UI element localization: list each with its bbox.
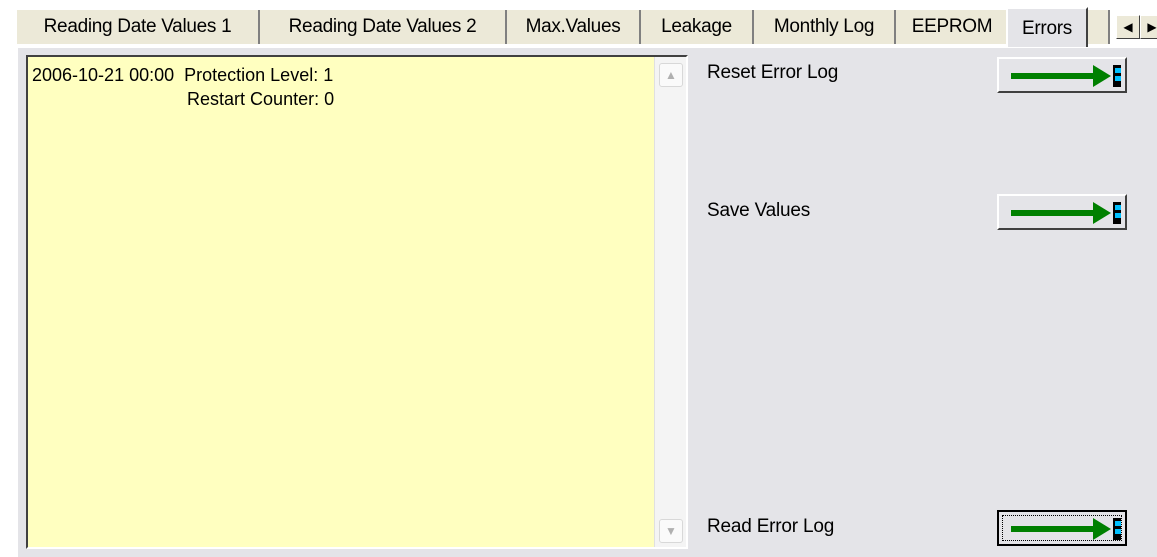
- arrow-to-device-icon: [1011, 65, 1121, 87]
- arrow-to-device-icon: [1011, 518, 1121, 540]
- read-error-log-label: Read Error Log: [707, 516, 835, 537]
- tab-strip: Reading Date Values 1 Reading Date Value…: [16, 7, 1157, 47]
- save-values-label: Save Values: [707, 200, 811, 221]
- error-log-text: 2006-10-21 00:00 Protection Level: 1 Res…: [32, 63, 652, 111]
- tab-eeprom[interactable]: EEPROM: [896, 10, 1010, 44]
- tab-reading-date-values-1[interactable]: Reading Date Values 1: [16, 10, 260, 44]
- reset-error-log-label: Reset Error Log: [707, 62, 839, 83]
- save-values-button[interactable]: [997, 194, 1127, 230]
- tab-reading-date-values-2[interactable]: Reading Date Values 2: [260, 10, 507, 44]
- read-error-log-button[interactable]: [997, 510, 1127, 546]
- scroll-up-icon[interactable]: ▲: [659, 63, 683, 87]
- scroll-left-icon[interactable]: ◀: [1116, 15, 1140, 39]
- scroll-down-icon[interactable]: ▼: [659, 519, 683, 543]
- reset-error-log-button[interactable]: [997, 57, 1127, 93]
- log-line-1: 2006-10-21 00:00 Protection Level: 1: [32, 65, 334, 85]
- tab-monthly-log[interactable]: Monthly Log: [754, 10, 896, 44]
- tab-max-values[interactable]: Max.Values: [507, 10, 641, 44]
- tab-leakage[interactable]: Leakage: [641, 10, 754, 44]
- error-log-box[interactable]: 2006-10-21 00:00 Protection Level: 1 Res…: [26, 55, 688, 549]
- tab-errors[interactable]: Errors: [1006, 7, 1088, 47]
- tab-next-partial[interactable]: [1088, 10, 1110, 44]
- log-scrollbar[interactable]: ▲ ▼: [654, 57, 686, 547]
- scroll-right-icon[interactable]: ▶: [1140, 15, 1157, 39]
- arrow-to-device-icon: [1011, 202, 1121, 224]
- log-line-2: Restart Counter: 0: [32, 89, 335, 109]
